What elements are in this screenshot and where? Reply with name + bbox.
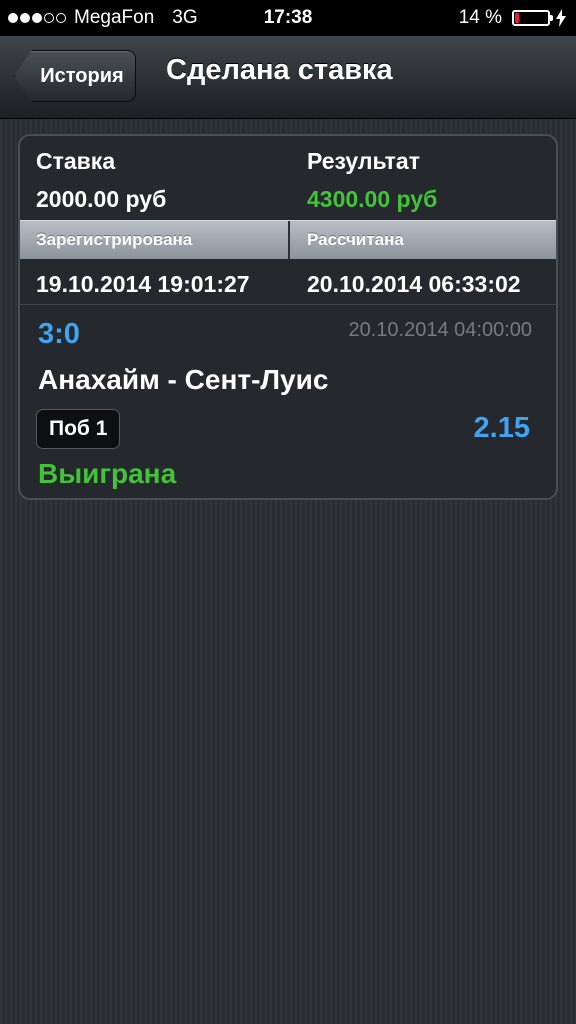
selection-label: Поб 1 (49, 417, 108, 440)
stake-label: Ставка (36, 148, 116, 174)
settled-header: Рассчитана (307, 230, 404, 249)
divider (20, 304, 556, 305)
stake-value: 2000.00 руб (36, 186, 167, 212)
battery-icon (512, 10, 553, 26)
back-button-label: История (40, 64, 124, 87)
battery-level (515, 13, 519, 23)
page-title: Сделана ставка (166, 54, 393, 86)
result-value: 4300.00 руб (307, 186, 438, 212)
navigation-bar: История Сделана ставка (0, 36, 576, 119)
bet-outcome: Выиграна (38, 458, 177, 489)
header-divider (288, 221, 290, 259)
registered-datetime: 19.10.2014 19:01:27 (36, 271, 250, 297)
match-teams: Анахайм - Сент-Луис (38, 364, 329, 395)
status-right: 14 % (459, 7, 566, 29)
registered-header: Зарегистрирована (36, 230, 193, 249)
dates-header: Зарегистрирована Рассчитана (20, 220, 556, 259)
event-datetime: 20.10.2014 04:00:00 (348, 319, 532, 341)
back-button[interactable]: История (14, 50, 136, 102)
settled-datetime: 20.10.2014 06:33:02 (307, 271, 521, 297)
result-label: Результат (307, 148, 420, 174)
selection-badge: Поб 1 (36, 409, 121, 449)
match-score: 3:0 (38, 318, 80, 350)
odds-value: 2.15 (473, 412, 530, 444)
bolt-icon (556, 9, 566, 27)
battery-percent: 14 % (458, 7, 502, 28)
bet-details-card: Ставка 2000.00 руб Результат 4300.00 руб… (18, 134, 558, 500)
status-bar: MegaFon 3G 17:38 14 % (0, 0, 576, 36)
